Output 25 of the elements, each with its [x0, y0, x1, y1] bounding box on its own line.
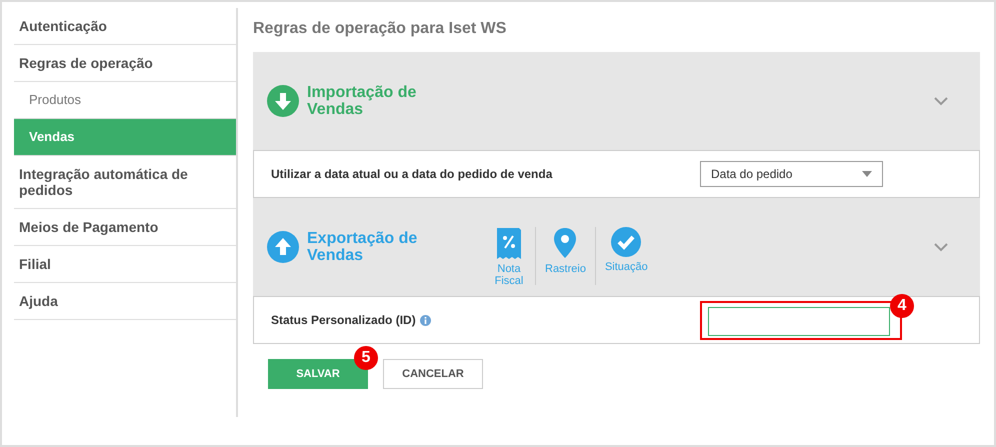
setting-label: Utilizar a data atual ou a data do pedido de venda: [271, 167, 552, 181]
sidebar-item[interactable]: Ajuda: [14, 283, 236, 320]
section-title: Importação de Vendas: [307, 84, 418, 118]
chevron-down-icon[interactable]: [934, 96, 948, 106]
step-marker: 5: [354, 346, 378, 370]
sidebar-item[interactable]: Autenticação: [14, 8, 236, 45]
sidebar-item[interactable]: Regras de operação: [14, 45, 236, 82]
sidebar-item[interactable]: Integração automática de pedidos: [14, 156, 236, 209]
download-icon: [267, 85, 299, 117]
info-icon[interactable]: [420, 314, 431, 326]
sidebar-item[interactable]: Meios de Pagamento: [14, 209, 236, 246]
receipt-icon: [496, 227, 522, 259]
upload-icon: [267, 231, 299, 263]
setting-label: Status Personalizado (ID): [271, 313, 416, 327]
page-title: Regras de operação para Iset WS: [253, 20, 508, 38]
chevron-down-icon[interactable]: [934, 242, 948, 252]
cancel-button[interactable]: CANCELAR: [383, 359, 483, 389]
checkmark-icon: [611, 227, 642, 257]
step-marker: 4: [890, 294, 914, 318]
section-title: Exportação de Vendas: [307, 230, 418, 264]
date-dropdown[interactable]: Data do pedido: [700, 161, 883, 187]
sidebar-item[interactable]: Filial: [14, 246, 236, 283]
location-pin-icon: [553, 227, 578, 259]
caret-icon: [862, 171, 872, 177]
status-id-field[interactable]: [708, 306, 890, 336]
